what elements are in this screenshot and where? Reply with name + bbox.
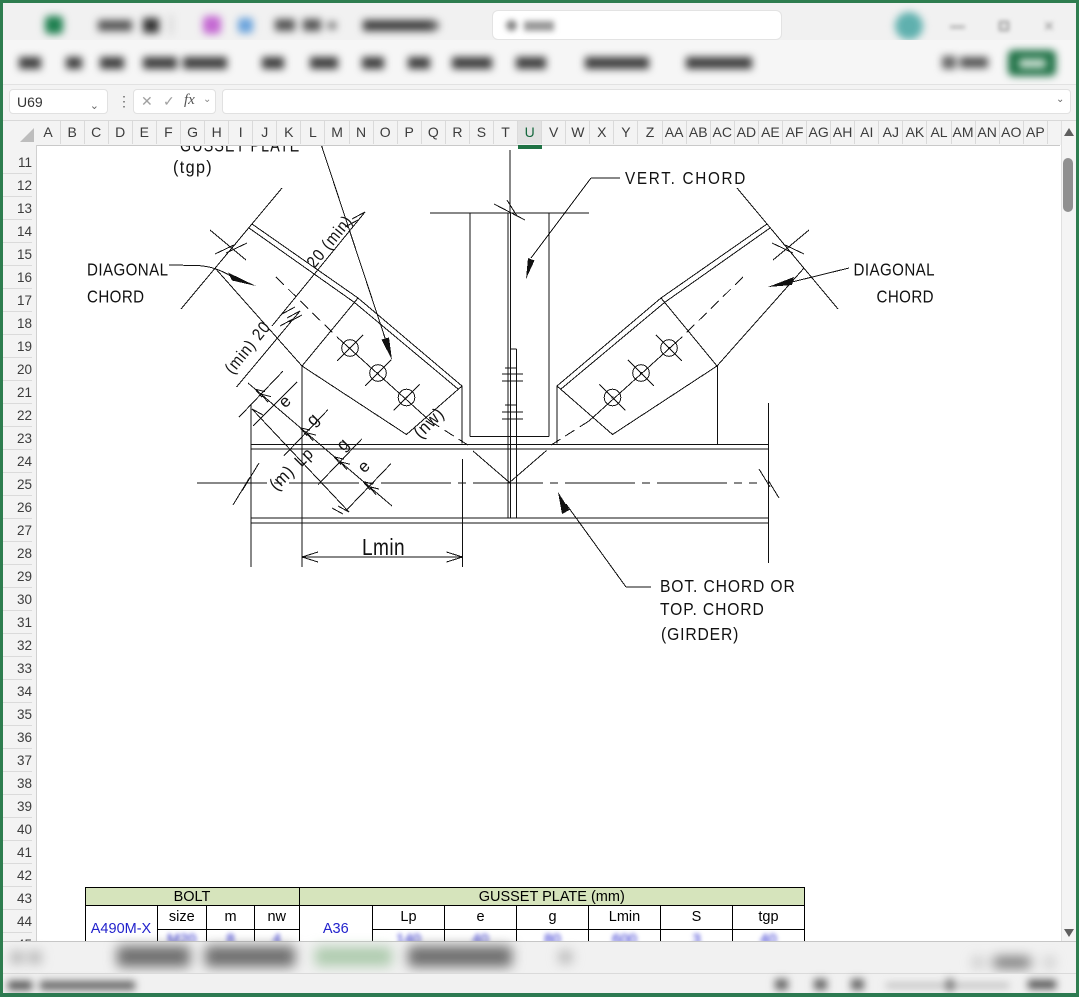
- svg-text:GUSSET PLATE: GUSSET PLATE: [180, 145, 300, 156]
- svg-text:VERT. CHORD: VERT. CHORD: [625, 168, 747, 188]
- svg-text:(m): (m): [265, 461, 298, 494]
- svg-text:Lmin: Lmin: [362, 535, 405, 560]
- svg-text:(GIRDER): (GIRDER): [661, 624, 739, 644]
- svg-text:(min) 20: (min) 20: [222, 318, 275, 377]
- svg-text:g: g: [303, 409, 324, 430]
- svg-text:20 (min): 20 (min): [304, 212, 357, 271]
- svg-text:BOT. CHORD OR: BOT. CHORD OR: [660, 576, 796, 596]
- svg-text:(nw): (nw): [409, 403, 448, 442]
- svg-text:DIAGONAL: DIAGONAL: [854, 259, 935, 280]
- svg-text:CHORD: CHORD: [876, 286, 934, 307]
- svg-text:DIAGONAL: DIAGONAL: [87, 259, 168, 280]
- svg-text:CHORD: CHORD: [87, 286, 145, 307]
- svg-text:Lp: Lp: [291, 444, 318, 471]
- svg-text:e: e: [354, 456, 375, 477]
- svg-text:TOP. CHORD: TOP. CHORD: [660, 599, 765, 619]
- svg-text:(tgp): (tgp): [173, 157, 213, 177]
